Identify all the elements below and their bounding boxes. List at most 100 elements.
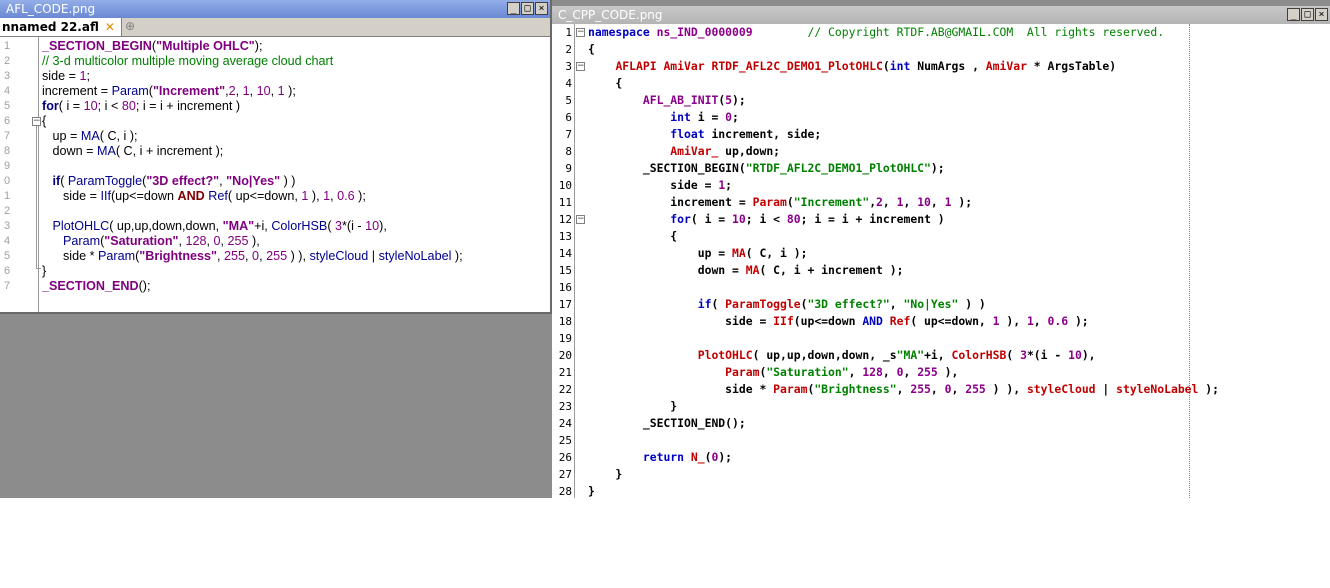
code-line[interactable]: AmiVar_ up,down; [588, 143, 780, 160]
afl-code-window: AFL_CODE.png _ □ × nnamed 22.afl ✕ ⊕ − 1 _… [0, 0, 552, 314]
line-number: 12 [558, 213, 572, 226]
fold-toggle-icon[interactable]: − [576, 215, 585, 224]
code-line[interactable]: { [588, 41, 595, 58]
minimize-button[interactable]: _ [507, 2, 520, 15]
line-number: 0 [4, 175, 11, 187]
line-number: 4 [4, 85, 11, 97]
fold-toggle-icon[interactable]: − [32, 117, 41, 126]
code-line[interactable]: { [42, 114, 46, 129]
line-number: 8 [4, 145, 11, 157]
line-number: 21 [558, 366, 572, 379]
maximize-button[interactable]: □ [521, 2, 534, 15]
code-line[interactable]: side = 1; [588, 177, 732, 194]
code-line[interactable]: _SECTION_END(); [588, 415, 746, 432]
code-line[interactable]: } [42, 264, 46, 279]
line-number: 5 [565, 94, 572, 107]
code-line[interactable]: side * Param("Brightness", 255, 0, 255 )… [588, 381, 1219, 398]
line-number: 6 [565, 111, 572, 124]
edge-marker-line [1189, 24, 1190, 498]
line-number: 5 [4, 100, 11, 112]
code-line[interactable]: namespace ns_IND_0000009 // Copyright RT… [588, 24, 1164, 41]
line-number: 5 [4, 250, 11, 262]
code-line[interactable]: float increment, side; [588, 126, 821, 143]
gutter-divider [38, 37, 39, 312]
line-number: 3 [565, 60, 572, 73]
line-number: 26 [558, 451, 572, 464]
line-number: 18 [558, 315, 572, 328]
line-number: 10 [558, 179, 572, 192]
code-line[interactable]: // 3-d multicolor multiple moving averag… [42, 54, 333, 69]
code-line[interactable]: int i = 0; [588, 109, 739, 126]
line-number: 2 [4, 55, 11, 67]
fold-guide [36, 126, 37, 268]
code-line[interactable]: } [588, 483, 595, 500]
tab-unnamed-22[interactable]: nnamed 22.afl ✕ [0, 18, 122, 36]
line-number: 1 [4, 190, 11, 202]
line-number: 28 [558, 485, 572, 498]
code-line[interactable]: increment = Param("Increment",2, 1, 10, … [588, 194, 972, 211]
code-line[interactable]: _SECTION_BEGIN("RTDF_AFL2C_DEMO1_PlotOHL… [588, 160, 945, 177]
afl-window-titlebar[interactable]: AFL_CODE.png _ □ × [0, 0, 550, 18]
code-line[interactable]: PlotOHLC( up,up,down,down, _s"MA"+i, Col… [588, 347, 1096, 364]
code-line[interactable]: up = MA( C, i ); [588, 245, 808, 262]
code-line[interactable]: increment = Param("Increment",2, 1, 10, … [42, 84, 296, 99]
code-line[interactable]: side = 1; [42, 69, 90, 84]
line-number: 27 [558, 468, 572, 481]
fold-toggle-icon[interactable]: − [576, 62, 585, 71]
code-line[interactable]: side * Param("Brightness", 255, 0, 255 )… [42, 249, 463, 264]
code-line[interactable]: { [588, 228, 677, 245]
editor-tab-bar: nnamed 22.afl ✕ ⊕ [0, 18, 550, 37]
line-number: 7 [4, 130, 11, 142]
line-number: 19 [558, 332, 572, 345]
code-line[interactable]: down = MA( C, i + increment ); [588, 262, 904, 279]
line-number: 23 [558, 400, 572, 413]
fold-end-marker [36, 268, 41, 269]
line-number: 22 [558, 383, 572, 396]
tab-label: nnamed 22.afl [2, 20, 99, 34]
line-number: 9 [565, 162, 572, 175]
fold-toggle-icon[interactable]: − [576, 28, 585, 37]
line-number: 1 [565, 26, 572, 39]
code-line[interactable]: PlotOHLC( up,up,down,down, "MA"+i, Color… [42, 219, 387, 234]
tab-close-icon[interactable]: ✕ [105, 20, 115, 34]
code-line[interactable]: return N_(0); [588, 449, 732, 466]
line-number: 6 [4, 115, 11, 127]
code-line[interactable]: AFLAPI AmiVar RTDF_AFL2C_DEMO1_PlotOHLC(… [588, 58, 1116, 75]
cpp-window-titlebar[interactable]: C_CPP_CODE.png _ □ × [552, 6, 1330, 24]
line-number: 14 [558, 247, 572, 260]
line-number: 3 [4, 220, 11, 232]
code-line[interactable]: } [588, 466, 622, 483]
code-line[interactable]: _SECTION_END(); [42, 279, 150, 294]
code-line[interactable]: side = IIf(up<=down AND Ref( up<=down, 1… [42, 189, 366, 204]
line-number: 7 [565, 128, 572, 141]
window-title: AFL_CODE.png [6, 2, 96, 16]
code-line[interactable]: Param("Saturation", 128, 0, 255 ), [588, 364, 958, 381]
maximize-button[interactable]: □ [1301, 8, 1314, 21]
code-line[interactable]: if( ParamToggle("3D effect?", "No|Yes" )… [588, 296, 986, 313]
line-number: 15 [558, 264, 572, 277]
code-line[interactable]: AFL_AB_INIT(5); [588, 92, 746, 109]
code-line[interactable]: Param("Saturation", 128, 0, 255 ), [42, 234, 260, 249]
code-line[interactable]: _SECTION_BEGIN("Multiple OHLC"); [42, 39, 262, 54]
close-button[interactable]: × [1315, 8, 1328, 21]
line-number: 8 [565, 145, 572, 158]
code-line[interactable]: down = MA( C, i + increment ); [42, 144, 223, 159]
new-tab-icon[interactable]: ⊕ [124, 20, 136, 32]
code-line[interactable]: up = MA( C, i ); [42, 129, 137, 144]
code-line[interactable]: { [588, 75, 622, 92]
line-number: 4 [4, 235, 11, 247]
code-line[interactable]: } [588, 398, 677, 415]
minimize-button[interactable]: _ [1287, 8, 1300, 21]
window-title: C_CPP_CODE.png [558, 8, 663, 22]
code-line[interactable]: for( i = 10; i < 80; i = i + increment ) [588, 211, 944, 228]
line-number: 2 [4, 205, 11, 217]
line-number: 4 [565, 77, 572, 90]
close-button[interactable]: × [535, 2, 548, 15]
code-line[interactable]: side = IIf(up<=down AND Ref( up<=down, 1… [588, 313, 1089, 330]
line-number: 11 [558, 196, 572, 209]
line-number: 6 [4, 265, 11, 277]
line-number: 16 [558, 281, 572, 294]
code-line[interactable]: for( i = 10; i < 80; i = i + increment ) [42, 99, 240, 114]
line-number: 1 [4, 40, 11, 52]
code-line[interactable]: if( ParamToggle("3D effect?", "No|Yes" )… [42, 174, 296, 189]
